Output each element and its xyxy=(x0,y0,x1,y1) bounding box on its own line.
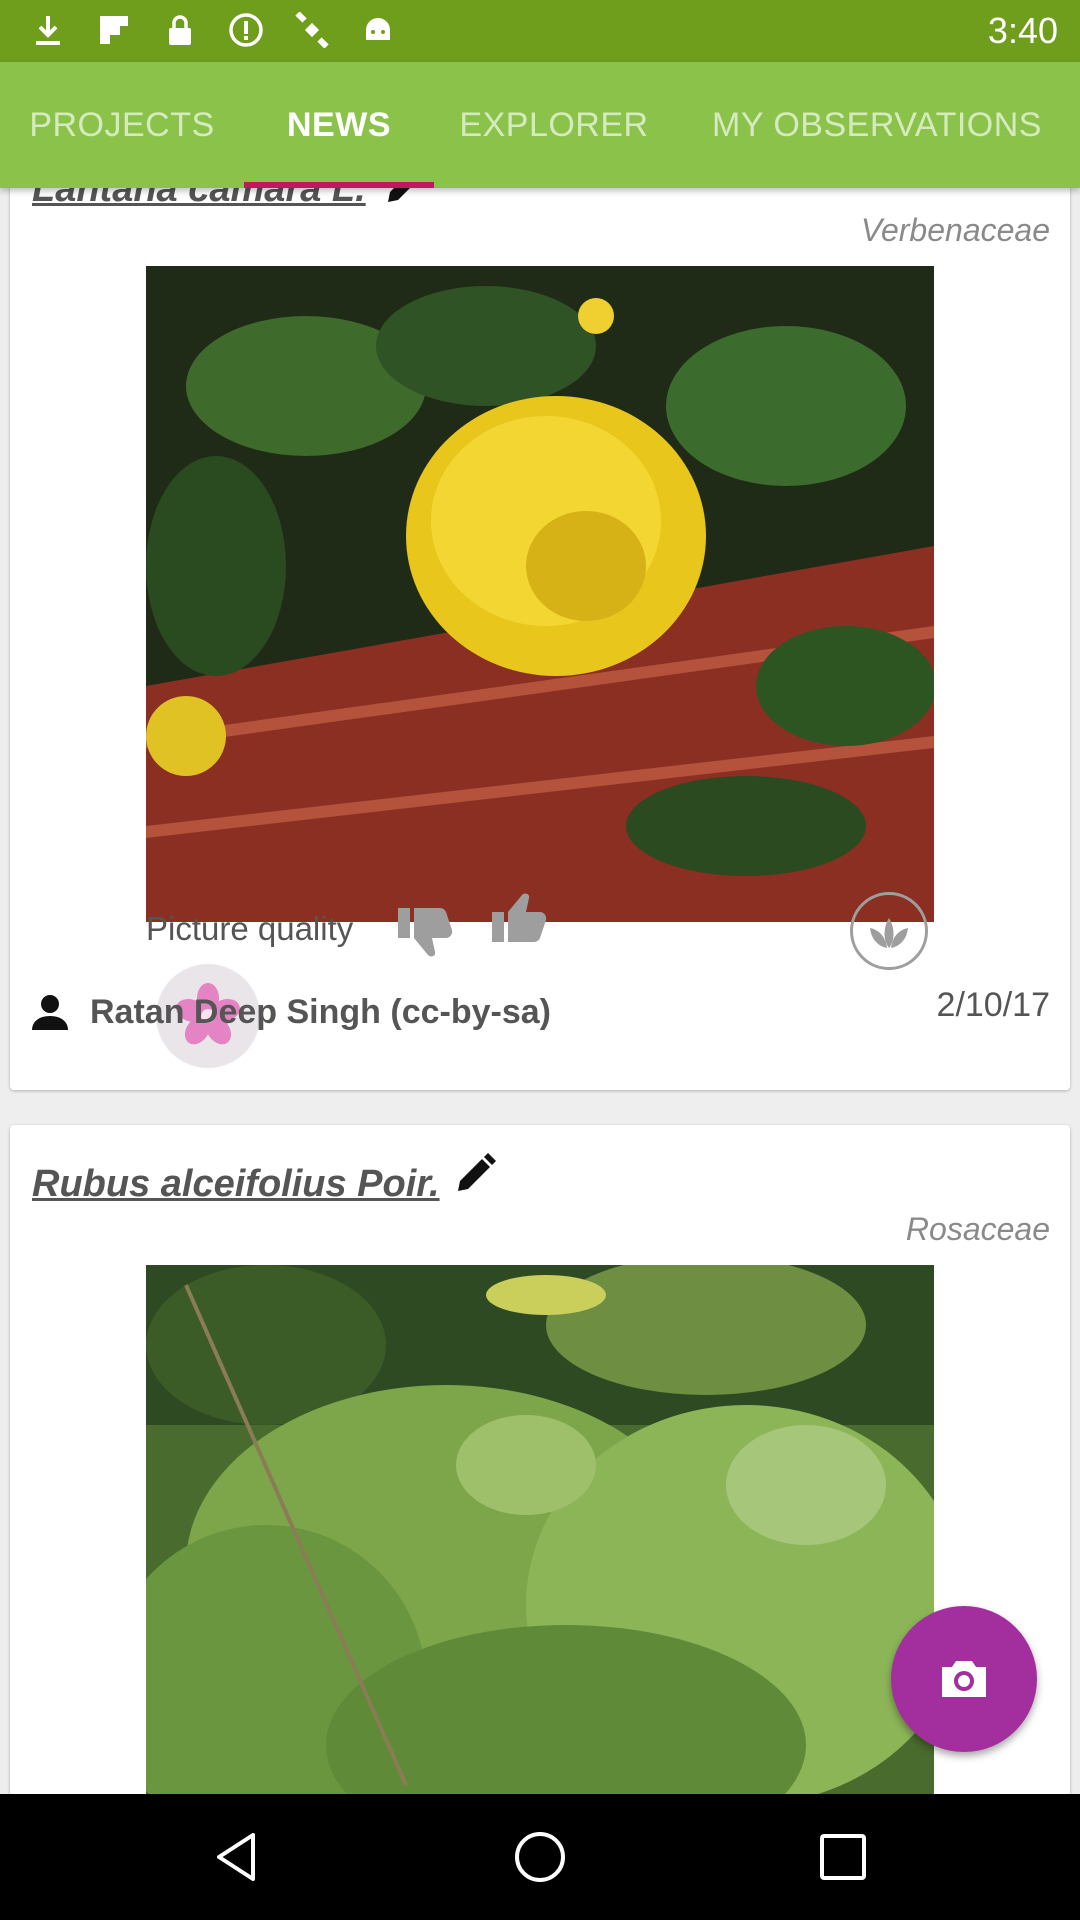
system-nav-bar xyxy=(0,1794,1080,1920)
thumbs-down-icon[interactable] xyxy=(394,900,456,962)
back-icon[interactable] xyxy=(207,1827,267,1887)
observation-card: Lantana camara L. Verbenaceae Picture qu… xyxy=(10,188,1070,1090)
organ-type-button[interactable] xyxy=(850,892,928,970)
satellite-icon xyxy=(294,11,330,49)
news-feed[interactable]: Lantana camara L. Verbenaceae Picture qu… xyxy=(0,188,1080,1794)
download-icon xyxy=(30,12,66,48)
flipboard-icon xyxy=(96,12,132,48)
person-icon xyxy=(32,995,68,1030)
family-name: Rosaceae xyxy=(905,1211,1050,1247)
clock: 3:40 xyxy=(987,10,1058,51)
author-row: Ratan Deep Singh (cc-by-sa) xyxy=(30,988,551,1036)
family-name: Verbenaceae xyxy=(860,212,1050,248)
lock-icon xyxy=(162,12,198,48)
observation-date: 2/10/17 xyxy=(936,986,1050,1024)
plant-icon xyxy=(870,918,908,948)
species-name-link[interactable]: Lantana camara L. xyxy=(32,188,366,211)
info-circle-icon xyxy=(228,12,264,48)
camera-icon xyxy=(942,1661,986,1697)
tab-my-observations[interactable]: MY OBSERVATIONS xyxy=(674,62,1080,188)
observation-photo[interactable] xyxy=(146,1265,934,1794)
picture-quality-label: Picture quality xyxy=(146,910,354,947)
status-bar: 3:40 xyxy=(0,0,1080,62)
camera-fab[interactable] xyxy=(891,1606,1037,1752)
active-tab-indicator xyxy=(244,182,434,188)
edit-icon[interactable] xyxy=(380,188,432,214)
android-icon xyxy=(360,12,396,48)
tab-news[interactable]: NEWS xyxy=(244,62,434,188)
observation-photo[interactable] xyxy=(146,266,934,922)
home-icon[interactable] xyxy=(510,1827,570,1887)
author-name: Ratan Deep Singh (cc-by-sa) xyxy=(90,992,551,1031)
tab-explorer[interactable]: EXPLORER xyxy=(434,62,674,188)
species-name-link[interactable]: Rubus alceifolius Poir. xyxy=(32,1163,440,1206)
edit-icon[interactable] xyxy=(450,1151,502,1203)
tab-projects[interactable]: PROJECTS xyxy=(0,62,244,188)
recents-icon[interactable] xyxy=(813,1827,873,1887)
thumbs-up-icon[interactable] xyxy=(488,888,550,950)
tab-bar: PROJECTS NEWS EXPLORER MY OBSERVATIONS xyxy=(0,62,1080,188)
